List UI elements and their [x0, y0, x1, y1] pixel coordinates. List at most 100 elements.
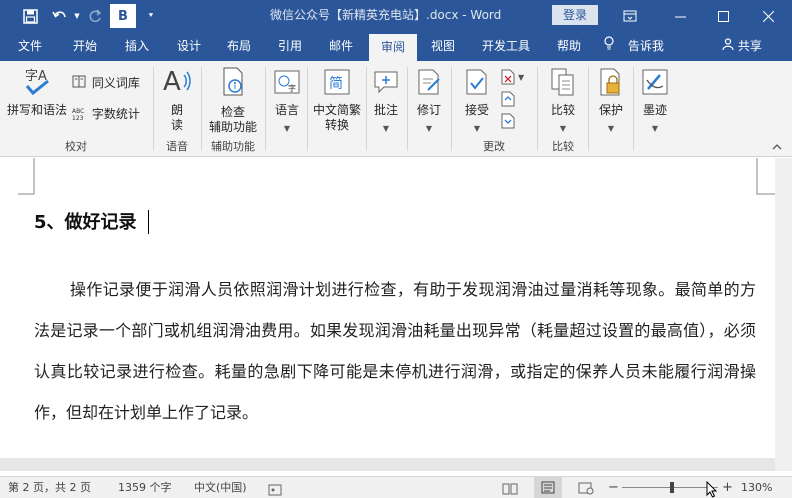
- language-button[interactable]: 字 语言 ▼: [269, 65, 305, 135]
- ribbon-display-options-icon[interactable]: [610, 0, 650, 32]
- language-icon: 字: [272, 67, 302, 97]
- language-status[interactable]: 中文(中国): [194, 477, 247, 498]
- tab-home[interactable]: 开始: [62, 32, 108, 61]
- tab-view[interactable]: 视图: [420, 32, 466, 61]
- body-paragraph: 操作记录便于润滑人员依照润滑计划进行检查，有助于发现润滑油过量消耗等现象。最简单…: [34, 280, 756, 422]
- ribbon-separator: [451, 67, 452, 151]
- margin-corner-mark: [756, 158, 775, 195]
- comments-button[interactable]: 批注 ▼: [368, 65, 404, 135]
- word-count-button[interactable]: ABC 123 字数统计: [72, 107, 144, 125]
- tab-file[interactable]: 文件: [8, 32, 52, 61]
- share-button[interactable]: 共享: [722, 32, 782, 61]
- spelling-grammar-label: 拼写和语法: [6, 103, 67, 117]
- lightbulb-icon: [604, 32, 618, 60]
- tab-help[interactable]: 帮助: [546, 32, 592, 61]
- track-changes-button[interactable]: 修订 ▼: [410, 65, 448, 135]
- close-icon[interactable]: [748, 0, 788, 32]
- next-change-icon[interactable]: [500, 113, 516, 129]
- tab-references[interactable]: 引用: [267, 32, 313, 61]
- compare-dropdown-icon: ▼: [559, 124, 567, 133]
- title-bar: ▼ B ⯆ 微信公众号【新精英充电站】.docx - Word 登录: [0, 0, 792, 32]
- book-icon: [72, 75, 88, 92]
- track-changes-label: 修订: [416, 103, 441, 117]
- macro-record-icon[interactable]: [268, 482, 282, 496]
- svg-text:字A: 字A: [25, 69, 47, 84]
- ribbon-separator: [407, 67, 408, 151]
- text-cursor: [148, 210, 149, 234]
- ribbon-separator: [588, 67, 589, 151]
- zoom-level[interactable]: 130%: [741, 477, 772, 498]
- compare-button[interactable]: 比较 ▼: [542, 65, 584, 135]
- tab-developer[interactable]: 开发工具: [472, 32, 540, 61]
- lock-document-icon: [596, 67, 626, 97]
- tab-design[interactable]: 设计: [166, 32, 212, 61]
- web-layout-icon[interactable]: [578, 481, 594, 495]
- word-count[interactable]: 1359 个字: [118, 477, 172, 498]
- read-mode-icon[interactable]: [502, 481, 518, 495]
- ink-pen-icon: [640, 67, 670, 97]
- protect-button[interactable]: 保护 ▼: [592, 65, 630, 135]
- proofing-group-label: 校对: [65, 140, 87, 153]
- accept-button[interactable]: 接受 ▼: [456, 65, 498, 135]
- zoom-out-button[interactable]: −: [608, 477, 619, 498]
- page-count[interactable]: 第 2 页，共 2 页: [8, 477, 91, 498]
- protect-label: 保护: [598, 103, 623, 117]
- zoom-slider-thumb[interactable]: [670, 482, 674, 493]
- tab-insert[interactable]: 插入: [114, 32, 160, 61]
- document-title: 微信公众号【新精英充电站】.docx - Word: [270, 8, 502, 22]
- language-label: 语言: [274, 103, 299, 117]
- read-aloud-button[interactable]: A 朗 读: [158, 65, 196, 135]
- ribbon-separator: [307, 67, 308, 151]
- svg-text:简: 简: [329, 75, 343, 92]
- ink-button[interactable]: 墨迹 ▼: [636, 65, 674, 135]
- chinese-conversion-button[interactable]: 简 中文简繁 转换: [309, 65, 365, 135]
- ribbon: 字A 拼写和语法 同义词库 ABC 123 字数统计 校对 A 朗 读 语音 检…: [0, 61, 792, 157]
- previous-change-icon[interactable]: [500, 91, 516, 107]
- tab-review[interactable]: 审阅: [369, 34, 417, 61]
- check-accessibility-button[interactable]: 检查 辅助功能: [205, 65, 261, 135]
- mouse-cursor-icon: [706, 481, 718, 498]
- print-layout-icon[interactable]: [534, 477, 562, 498]
- spelling-check-icon: 字A: [22, 67, 52, 97]
- tab-mailings[interactable]: 邮件: [318, 32, 364, 61]
- undo-icon[interactable]: [48, 0, 72, 32]
- minimize-icon[interactable]: [660, 0, 700, 32]
- word-count-label: 字数统计: [91, 107, 140, 121]
- redo-icon[interactable]: [84, 0, 106, 32]
- spelling-grammar-button[interactable]: 字A 拼写和语法: [4, 65, 70, 121]
- accept-dropdown-icon: ▼: [473, 124, 481, 133]
- read-aloud-label: 朗 读: [170, 103, 183, 132]
- section-heading: 5、做好记录: [34, 212, 137, 233]
- document-area: 5、做好记录 操作记录便于润滑人员依照润滑计划进行检查，有助于发现润滑油过量消耗…: [0, 158, 792, 471]
- comments-label: 批注: [373, 103, 398, 117]
- language-dropdown-icon: ▼: [283, 124, 291, 133]
- compare-label: 比较: [550, 103, 575, 117]
- read-aloud-icon: A: [162, 65, 192, 97]
- thesaurus-button[interactable]: 同义词库: [72, 75, 144, 93]
- chinese-conversion-label: 中文简繁 转换: [312, 103, 361, 132]
- reject-icon[interactable]: [500, 69, 516, 85]
- svg-text:字: 字: [288, 83, 296, 93]
- bold-button[interactable]: B: [110, 4, 136, 28]
- share-label: 共享: [737, 39, 762, 53]
- customize-quick-access-icon[interactable]: ⯆: [144, 0, 158, 32]
- document-page[interactable]: 5、做好记录 操作记录便于润滑人员依照润滑计划进行检查，有助于发现润滑油过量消耗…: [0, 158, 775, 458]
- margin-corner-mark: [18, 158, 35, 195]
- status-bar: 第 2 页，共 2 页 1359 个字 中文(中国) − + 130%: [0, 476, 792, 498]
- tab-layout[interactable]: 布局: [216, 32, 262, 61]
- vertical-scrollbar[interactable]: [775, 158, 792, 471]
- word-count-icon: ABC 123: [72, 107, 85, 122]
- login-button[interactable]: 登录: [552, 5, 598, 25]
- collapse-ribbon-icon[interactable]: [770, 141, 784, 153]
- zoom-in-button[interactable]: +: [722, 477, 733, 498]
- maximize-icon[interactable]: [703, 0, 743, 32]
- ribbon-separator: [633, 67, 634, 151]
- accept-label: 接受: [464, 103, 489, 117]
- tell-me-box[interactable]: 告诉我: [604, 32, 678, 61]
- reject-dropdown-icon[interactable]: ▼: [518, 73, 524, 82]
- ink-dropdown-icon: ▼: [651, 124, 659, 133]
- compare-group-label: 比较: [552, 140, 574, 153]
- undo-dropdown-icon[interactable]: ▼: [72, 0, 82, 32]
- save-icon[interactable]: [16, 0, 44, 32]
- ribbon-separator: [537, 67, 538, 151]
